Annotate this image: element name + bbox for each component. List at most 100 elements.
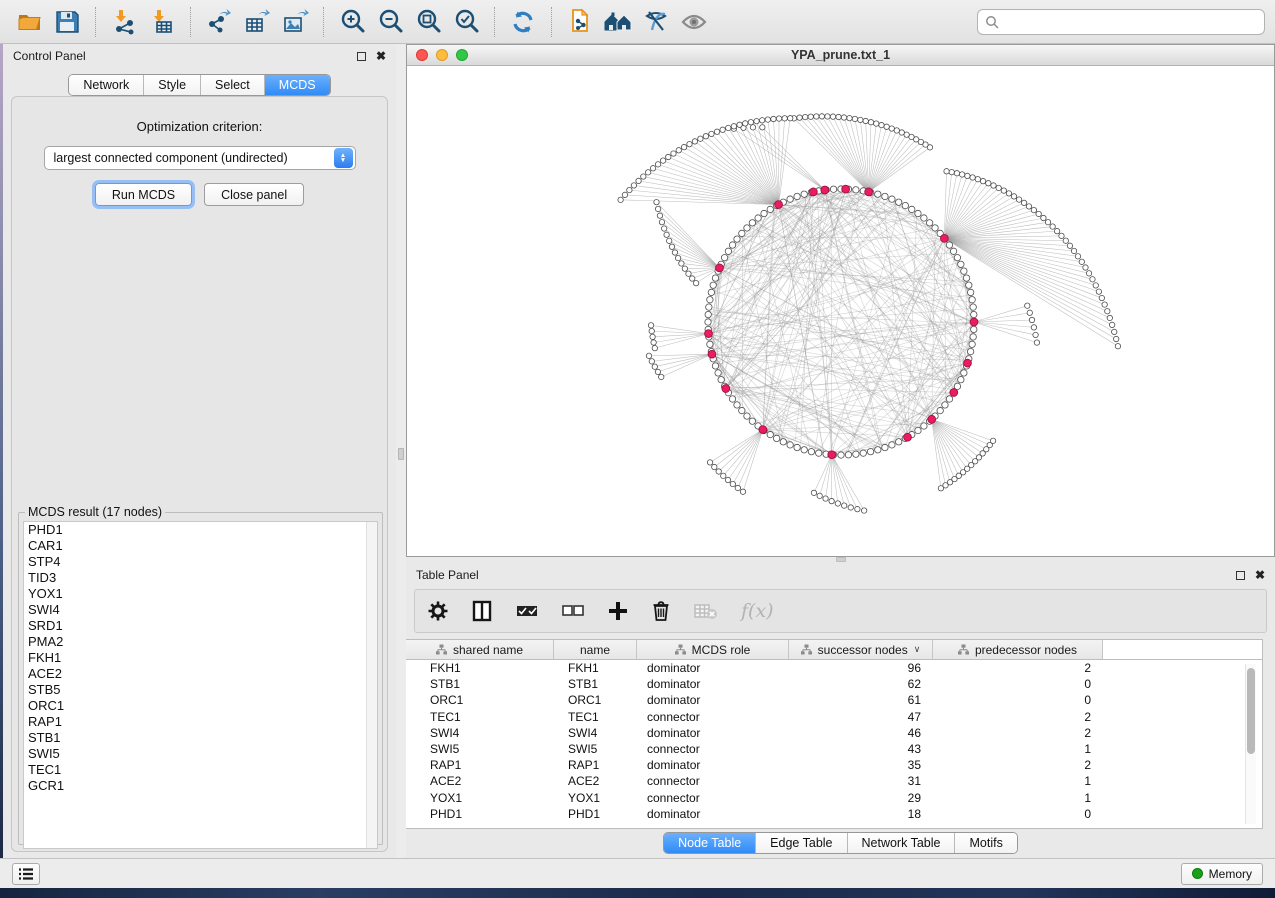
network-node[interactable] [902, 202, 908, 208]
network-node[interactable] [739, 230, 745, 236]
mcds-result-item[interactable]: FKH1 [24, 650, 377, 666]
table-row[interactable]: YOX1YOX1connector291 [406, 790, 1262, 806]
network-node[interactable] [830, 186, 836, 192]
leaf-node[interactable] [1031, 325, 1036, 330]
network-node[interactable] [816, 450, 822, 456]
column-header-predecessor-nodes[interactable]: predecessor nodes [933, 640, 1103, 660]
network-node[interactable] [744, 225, 750, 231]
network-node[interactable] [958, 377, 964, 383]
leaf-node[interactable] [1115, 344, 1120, 349]
network-node[interactable] [718, 377, 724, 383]
leaf-node[interactable] [825, 114, 830, 119]
export-image-button[interactable] [276, 4, 314, 40]
maximize-window-icon[interactable] [456, 49, 468, 61]
leaf-node[interactable] [1112, 329, 1117, 334]
network-node[interactable] [970, 334, 976, 340]
leaf-node[interactable] [811, 490, 816, 495]
leaf-node[interactable] [874, 121, 879, 126]
mcds-result-item[interactable]: ORC1 [24, 698, 377, 714]
leaf-node[interactable] [622, 192, 627, 197]
leaf-node[interactable] [802, 114, 807, 119]
leaf-node[interactable] [714, 129, 719, 134]
leaf-node[interactable] [655, 162, 660, 167]
network-node[interactable] [734, 236, 740, 242]
leaf-node[interactable] [652, 345, 657, 350]
select-all-icon[interactable] [515, 601, 539, 621]
network-node[interactable] [915, 210, 921, 216]
leaf-node[interactable] [990, 438, 995, 443]
dominator-node[interactable] [705, 330, 713, 338]
tab-node-table[interactable]: Node Table [664, 833, 756, 853]
network-node[interactable] [794, 193, 800, 199]
leaf-node[interactable] [709, 131, 714, 136]
splitter-grip[interactable] [398, 448, 404, 460]
leaf-node[interactable] [726, 125, 731, 130]
leaf-node[interactable] [720, 127, 725, 132]
leaf-node[interactable] [1036, 211, 1041, 216]
zoom-in-button[interactable] [333, 4, 371, 40]
leaf-node[interactable] [1034, 340, 1039, 345]
leaf-node[interactable] [841, 115, 846, 120]
leaf-node[interactable] [1096, 289, 1101, 294]
dominator-node[interactable] [716, 264, 724, 272]
run-mcds-button[interactable]: Run MCDS [95, 183, 192, 206]
leaf-node[interactable] [698, 136, 703, 141]
network-node[interactable] [969, 341, 975, 347]
mcds-result-item[interactable]: GCR1 [24, 778, 377, 794]
leaf-node[interactable] [659, 219, 664, 224]
leaf-node[interactable] [681, 144, 686, 149]
mcds-result-item[interactable]: STB1 [24, 730, 377, 746]
leaf-node[interactable] [671, 151, 676, 156]
leaf-node[interactable] [868, 120, 873, 125]
close-panel-button[interactable]: Close panel [204, 183, 304, 206]
leaf-node[interactable] [1029, 317, 1034, 322]
leaf-node[interactable] [676, 148, 681, 153]
mcds-result-item[interactable]: RAP1 [24, 714, 377, 730]
tab-network[interactable]: Network [69, 75, 144, 95]
network-node[interactable] [937, 407, 943, 413]
leaf-node[interactable] [687, 141, 692, 146]
leaf-node[interactable] [817, 493, 822, 498]
show-siblings-button[interactable] [599, 4, 637, 40]
leaf-node[interactable] [1090, 277, 1095, 282]
leaf-node[interactable] [1059, 233, 1064, 238]
mcds-result-item[interactable]: SWI5 [24, 746, 377, 762]
leaf-node[interactable] [954, 171, 959, 176]
mcds-result-item[interactable]: CAR1 [24, 538, 377, 554]
leaf-node[interactable] [884, 124, 889, 129]
leaf-node[interactable] [730, 481, 735, 486]
dominator-node[interactable] [964, 359, 972, 367]
panel-menu-button[interactable] [12, 863, 40, 885]
leaf-node[interactable] [650, 334, 655, 339]
dominator-node[interactable] [904, 433, 912, 441]
network-node[interactable] [867, 448, 873, 454]
network-node[interactable] [721, 254, 727, 260]
leaf-node[interactable] [655, 206, 660, 211]
zoom-out-button[interactable] [371, 4, 409, 40]
save-session-button[interactable] [48, 4, 86, 40]
network-node[interactable] [921, 215, 927, 221]
leaf-node[interactable] [847, 115, 852, 120]
table-row[interactable]: PHD1PHD1dominator180 [406, 806, 1262, 822]
network-node[interactable] [761, 210, 767, 216]
network-node[interactable] [958, 261, 964, 267]
mcds-result-item[interactable]: SRD1 [24, 618, 377, 634]
network-node[interactable] [971, 326, 977, 332]
leaf-node[interactable] [1107, 315, 1112, 320]
leaf-node[interactable] [664, 232, 669, 237]
dominator-node[interactable] [865, 188, 873, 196]
dominator-node[interactable] [775, 201, 783, 209]
leaf-node[interactable] [661, 226, 666, 231]
table-row[interactable]: SWI4SWI4dominator462 [406, 725, 1262, 741]
column-header-name[interactable]: name [554, 640, 637, 660]
leaf-node[interactable] [1102, 302, 1107, 307]
mcds-result-item[interactable]: TID3 [24, 570, 377, 586]
network-node[interactable] [801, 447, 807, 453]
mcds-result-list[interactable]: PHD1CAR1STP4TID3YOX1SWI4SRD1PMA2FKH1ACE2… [23, 521, 378, 849]
network-node[interactable] [845, 452, 851, 458]
tab-mcds[interactable]: MCDS [265, 75, 330, 95]
export-network-button[interactable] [200, 4, 238, 40]
network-node[interactable] [707, 297, 713, 303]
leaf-node[interactable] [797, 115, 802, 120]
network-node[interactable] [710, 282, 716, 288]
